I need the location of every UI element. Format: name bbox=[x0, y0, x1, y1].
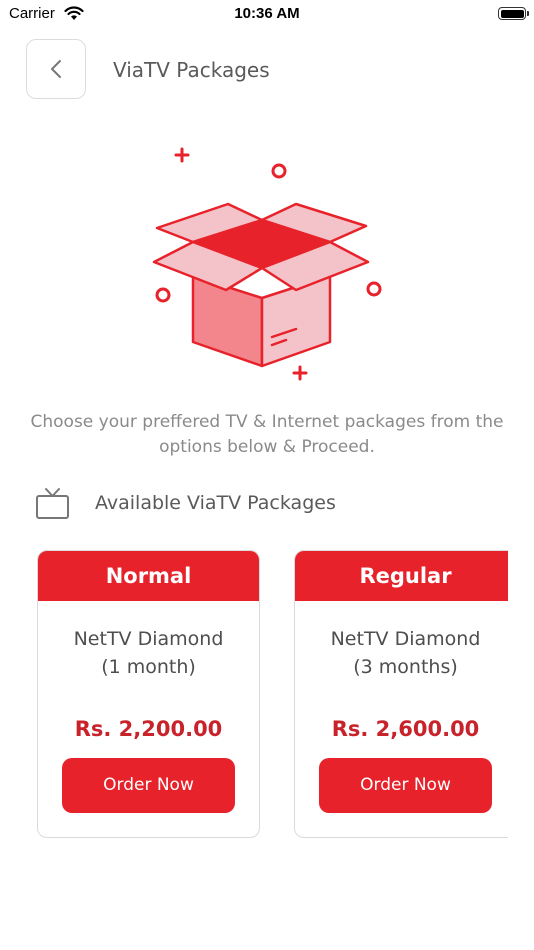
chevron-left-icon bbox=[51, 60, 61, 78]
section-title: Available ViaTV Packages bbox=[95, 492, 336, 514]
package-tier: Regular bbox=[295, 551, 508, 601]
package-carousel[interactable]: Normal NetTV Diamond (1 month) Rs. 2,200… bbox=[37, 550, 508, 840]
package-price: Rs. 2,600.00 bbox=[331, 717, 480, 741]
package-card[interactable]: Regular NetTV Diamond (3 months) Rs. 2,6… bbox=[294, 550, 508, 838]
package-name: NetTV Diamond (1 month) bbox=[38, 625, 259, 681]
status-bar: Carrier 10:36 AM bbox=[0, 0, 534, 28]
package-card[interactable]: Normal NetTV Diamond (1 month) Rs. 2,200… bbox=[37, 550, 260, 838]
package-name-line2: (3 months) bbox=[353, 656, 458, 678]
section-header bbox=[35, 486, 71, 522]
clock: 10:36 AM bbox=[234, 5, 300, 22]
package-name-line1: NetTV Diamond bbox=[330, 628, 481, 650]
order-now-button[interactable]: Order Now bbox=[319, 758, 492, 813]
open-box-illustration bbox=[152, 147, 382, 381]
order-now-button[interactable]: Order Now bbox=[62, 758, 235, 813]
battery-icon bbox=[498, 7, 529, 20]
tv-icon bbox=[36, 488, 69, 519]
package-price: Rs. 2,200.00 bbox=[74, 717, 223, 741]
package-name: NetTV Diamond (3 months) bbox=[295, 625, 508, 681]
package-name-line1: NetTV Diamond bbox=[73, 628, 224, 650]
package-name-line2: (1 month) bbox=[101, 656, 196, 678]
back-button[interactable] bbox=[26, 39, 86, 99]
page-title: ViaTV Packages bbox=[113, 58, 270, 82]
package-tier: Normal bbox=[38, 551, 259, 601]
intro-text: Choose your preffered TV & Internet pack… bbox=[30, 412, 504, 457]
